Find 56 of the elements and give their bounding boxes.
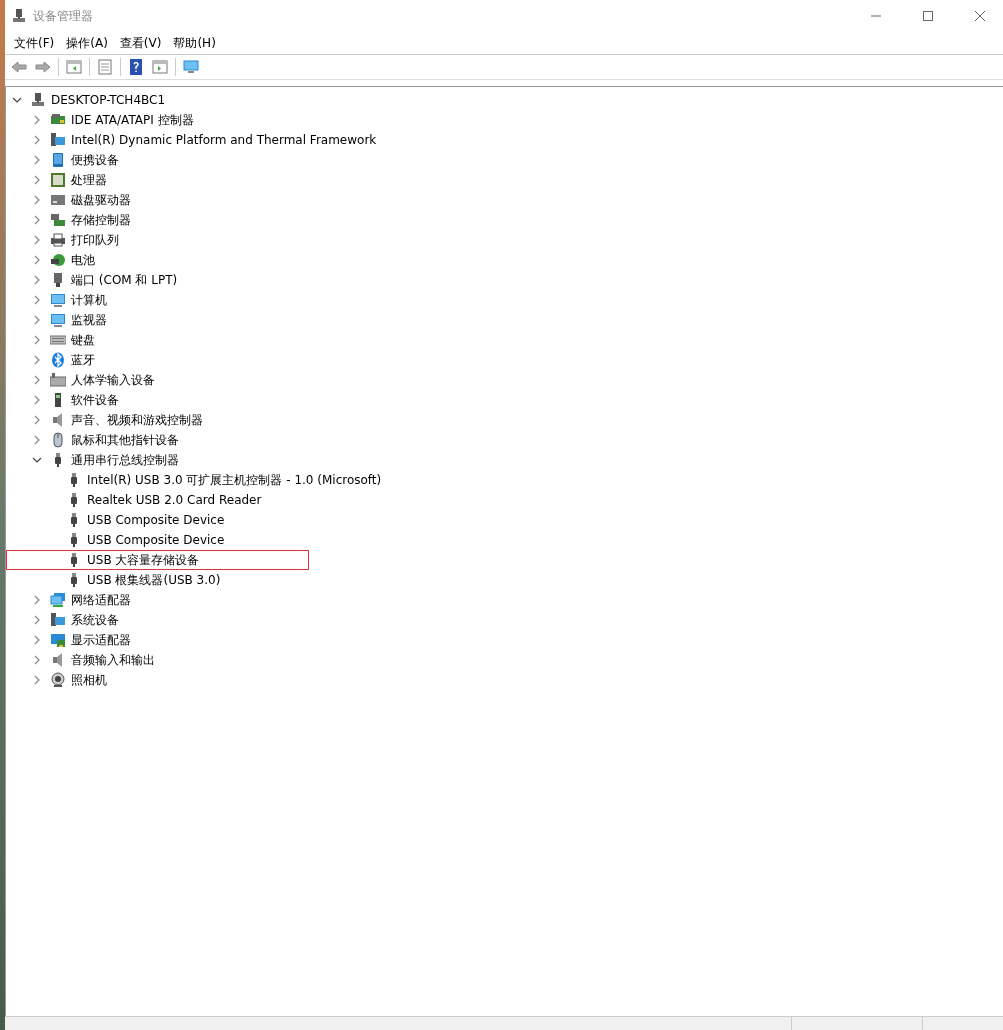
tree-item[interactable]: 打印队列 xyxy=(71,231,119,249)
tree-item[interactable]: 照相机 xyxy=(71,671,107,689)
tree-item[interactable]: 音频输入和输出 xyxy=(71,651,155,669)
tree-item[interactable]: 蓝牙 xyxy=(71,351,95,369)
menu-item[interactable]: 操作(A) xyxy=(60,34,114,52)
computer-icon xyxy=(30,92,46,108)
tree-item[interactable]: Intel(R) Dynamic Platform and Thermal Framework xyxy=(71,133,377,147)
tree-item[interactable]: 显示适配器 xyxy=(71,631,131,649)
window-title: 设备管理器 xyxy=(33,7,94,25)
tree-item[interactable]: Realtek USB 2.0 Card Reader xyxy=(87,493,262,507)
tree-item[interactable]: Intel(R) USB 3.0 可扩展主机控制器 - 1.0 (Microsoft) xyxy=(87,471,382,489)
monitor-icon xyxy=(50,312,66,328)
tree-item[interactable]: 软件设备 xyxy=(71,391,119,409)
tree-item[interactable]: DESKTOP-TCH4BC1 xyxy=(51,93,166,107)
menu-item[interactable]: 查看(V) xyxy=(113,34,168,52)
app-icon xyxy=(11,8,27,24)
tree-item[interactable]: 系统设备 xyxy=(71,611,119,629)
tree-item[interactable]: 存储控制器 xyxy=(71,211,131,229)
tree-item[interactable]: 计算机 xyxy=(71,291,107,309)
monitor-icon xyxy=(50,292,66,308)
menu-item[interactable]: 文件(F) xyxy=(8,34,61,52)
bluetooth-icon xyxy=(50,352,66,368)
tree-item[interactable]: 处理器 xyxy=(71,171,107,189)
tree-item[interactable]: 键盘 xyxy=(71,331,95,349)
minimize-icon[interactable] xyxy=(870,15,882,17)
display-icon xyxy=(50,632,66,648)
system-icon xyxy=(50,612,66,628)
mouse-icon xyxy=(50,432,66,448)
network-icon xyxy=(50,592,66,608)
tree-item[interactable]: 磁盘驱动器 xyxy=(71,191,131,209)
tree-item[interactable]: 电池 xyxy=(71,251,95,269)
tree-item[interactable]: 声音、视频和游戏控制器 xyxy=(71,411,203,429)
menu-item[interactable]: 帮助(H) xyxy=(167,34,222,52)
printer-icon xyxy=(50,232,66,248)
system-icon xyxy=(50,132,66,148)
tree-item[interactable]: 鼠标和其他指针设备 xyxy=(71,431,179,449)
tree-item[interactable]: 人体学输入设备 xyxy=(71,371,155,389)
battery-icon xyxy=(50,252,66,268)
phone-icon xyxy=(50,152,66,168)
tree-item[interactable]: 便携设备 xyxy=(71,151,119,169)
camera-icon xyxy=(50,672,66,688)
tree-item[interactable]: 端口 (COM 和 LPT) xyxy=(71,271,178,289)
tree-item[interactable]: IDE ATA/ATAPI 控制器 xyxy=(71,111,194,129)
tree-item[interactable]: 通用串行总线控制器 xyxy=(71,451,179,469)
tree-item[interactable]: USB Composite Device xyxy=(87,533,225,547)
tree-item[interactable]: 监视器 xyxy=(71,311,107,329)
close-icon[interactable] xyxy=(974,10,986,22)
tree-item[interactable]: USB 根集线器(USB 3.0) xyxy=(87,571,221,589)
tree-item[interactable]: 网络适配器 xyxy=(71,591,131,609)
tree-item[interactable]: USB 大容量存储设备 xyxy=(87,551,200,569)
storage-icon xyxy=(50,212,66,228)
maximize-icon[interactable] xyxy=(922,10,934,22)
hid-icon xyxy=(50,372,66,388)
tree-item[interactable]: USB Composite Device xyxy=(87,513,225,527)
keyboard-icon xyxy=(50,332,66,348)
cpu-icon xyxy=(50,172,66,188)
